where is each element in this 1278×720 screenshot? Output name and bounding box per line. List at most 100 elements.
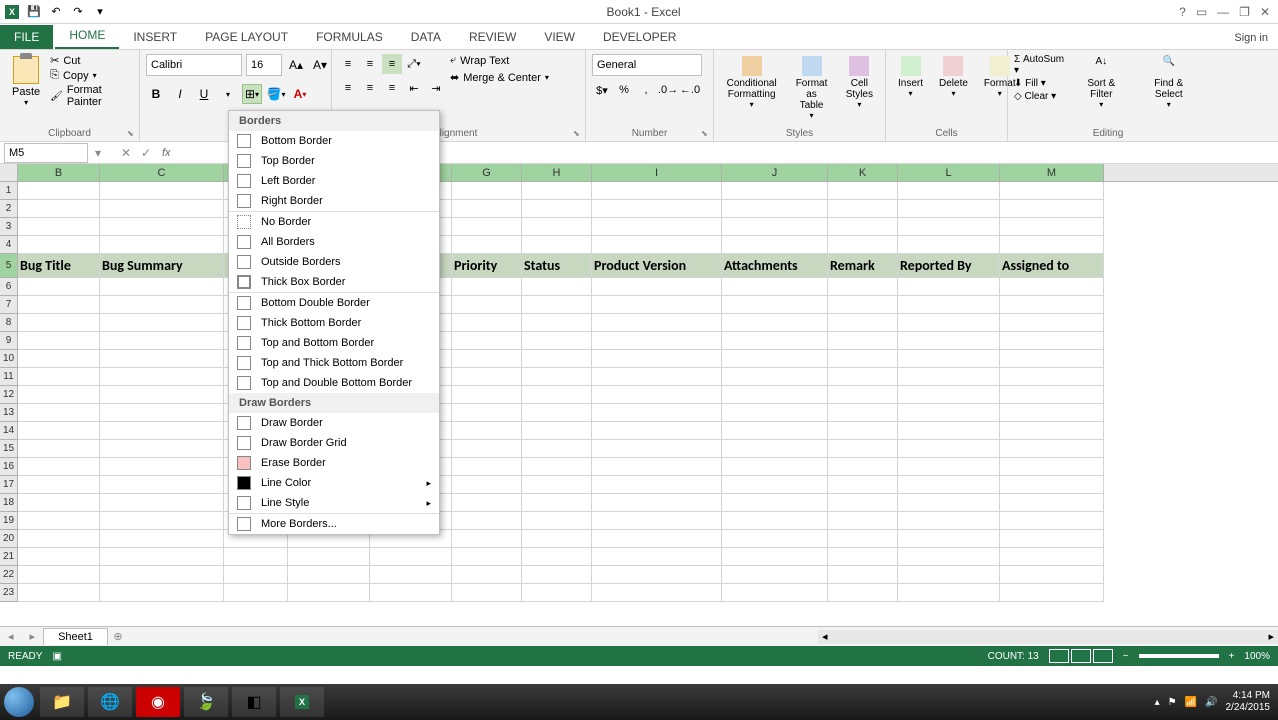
format-as-table-button[interactable]: Format as Table▾ bbox=[787, 54, 835, 122]
insert-cells-button[interactable]: Insert▾ bbox=[892, 54, 929, 100]
cell-C10[interactable] bbox=[100, 350, 224, 368]
cell-H9[interactable] bbox=[522, 332, 592, 350]
paste-button[interactable]: Paste ▾ bbox=[6, 54, 46, 109]
format-painter-button[interactable]: Format Painter bbox=[50, 84, 133, 108]
row-header-9[interactable]: 9 bbox=[0, 332, 18, 350]
cell-J10[interactable] bbox=[722, 350, 828, 368]
cell-K4[interactable] bbox=[828, 236, 898, 254]
cell-I6[interactable] bbox=[592, 278, 722, 296]
cell-F23[interactable] bbox=[370, 584, 452, 602]
cell-H17[interactable] bbox=[522, 476, 592, 494]
cell-H13[interactable] bbox=[522, 404, 592, 422]
cell-B8[interactable] bbox=[18, 314, 100, 332]
cell-K13[interactable] bbox=[828, 404, 898, 422]
cell-H23[interactable] bbox=[522, 584, 592, 602]
tab-developer[interactable]: DEVELOPER bbox=[589, 25, 690, 49]
cell-I7[interactable] bbox=[592, 296, 722, 314]
cell-M6[interactable] bbox=[1000, 278, 1104, 296]
tray-network-icon[interactable]: 📶 bbox=[1185, 697, 1197, 708]
row-header-18[interactable]: 18 bbox=[0, 494, 18, 512]
cell-B7[interactable] bbox=[18, 296, 100, 314]
row-header-16[interactable]: 16 bbox=[0, 458, 18, 476]
cell-M17[interactable] bbox=[1000, 476, 1104, 494]
cell-I16[interactable] bbox=[592, 458, 722, 476]
cell-J16[interactable] bbox=[722, 458, 828, 476]
menu-erase-border[interactable]: Erase Border bbox=[229, 453, 439, 473]
percent-button[interactable]: % bbox=[614, 80, 634, 100]
cell-I10[interactable] bbox=[592, 350, 722, 368]
undo-icon[interactable]: ↶ bbox=[48, 4, 64, 20]
cell-B12[interactable] bbox=[18, 386, 100, 404]
cell-C13[interactable] bbox=[100, 404, 224, 422]
row-header-13[interactable]: 13 bbox=[0, 404, 18, 422]
row-header-22[interactable]: 22 bbox=[0, 566, 18, 584]
help-icon[interactable]: ? bbox=[1179, 5, 1186, 19]
row-header-6[interactable]: 6 bbox=[0, 278, 18, 296]
tab-insert[interactable]: INSERT bbox=[119, 25, 191, 49]
start-button[interactable] bbox=[0, 684, 38, 720]
menu-all-borders[interactable]: All Borders bbox=[229, 232, 439, 252]
tab-formulas[interactable]: FORMULAS bbox=[302, 25, 397, 49]
zoom-slider[interactable] bbox=[1139, 654, 1219, 658]
enter-formula-button[interactable]: ✓ bbox=[136, 146, 156, 160]
tray-flag-icon[interactable]: ⚑ bbox=[1168, 697, 1177, 708]
cell-H21[interactable] bbox=[522, 548, 592, 566]
cell-C8[interactable] bbox=[100, 314, 224, 332]
cell-B1[interactable] bbox=[18, 182, 100, 200]
menu-right-border[interactable]: Right Border bbox=[229, 191, 439, 211]
menu-line-style[interactable]: Line Style bbox=[229, 493, 439, 513]
cell-K12[interactable] bbox=[828, 386, 898, 404]
cell-C20[interactable] bbox=[100, 530, 224, 548]
orientation-button[interactable]: ⤢▾ bbox=[404, 54, 424, 74]
save-icon[interactable]: 💾 bbox=[26, 4, 42, 20]
name-box[interactable] bbox=[4, 143, 88, 163]
cell-C14[interactable] bbox=[100, 422, 224, 440]
horizontal-scrollbar[interactable]: ◂▸ bbox=[818, 630, 1278, 644]
cell-G17[interactable] bbox=[452, 476, 522, 494]
fill-color-button[interactable]: 🪣▾ bbox=[266, 84, 286, 104]
tray-volume-icon[interactable]: 🔊 bbox=[1205, 697, 1217, 708]
cell-styles-button[interactable]: Cell Styles▾ bbox=[840, 54, 879, 111]
cell-G19[interactable] bbox=[452, 512, 522, 530]
cell-K19[interactable] bbox=[828, 512, 898, 530]
cell-C21[interactable] bbox=[100, 548, 224, 566]
cell-C5[interactable]: Bug Summary bbox=[100, 254, 224, 278]
cell-C22[interactable] bbox=[100, 566, 224, 584]
cell-H11[interactable] bbox=[522, 368, 592, 386]
cell-C12[interactable] bbox=[100, 386, 224, 404]
cell-M23[interactable] bbox=[1000, 584, 1104, 602]
menu-line-color[interactable]: Line Color bbox=[229, 473, 439, 493]
cell-B15[interactable] bbox=[18, 440, 100, 458]
cell-M22[interactable] bbox=[1000, 566, 1104, 584]
row-header-23[interactable]: 23 bbox=[0, 584, 18, 602]
menu-top-double-bottom-border[interactable]: Top and Double Bottom Border bbox=[229, 373, 439, 393]
cell-C19[interactable] bbox=[100, 512, 224, 530]
cell-J6[interactable] bbox=[722, 278, 828, 296]
cell-J19[interactable] bbox=[722, 512, 828, 530]
cell-C23[interactable] bbox=[100, 584, 224, 602]
cell-M1[interactable] bbox=[1000, 182, 1104, 200]
align-center-button[interactable]: ≡ bbox=[360, 78, 380, 98]
cell-G21[interactable] bbox=[452, 548, 522, 566]
row-header-15[interactable]: 15 bbox=[0, 440, 18, 458]
cell-M2[interactable] bbox=[1000, 200, 1104, 218]
underline-dropdown[interactable]: ▾ bbox=[218, 84, 238, 104]
tab-review[interactable]: REVIEW bbox=[455, 25, 530, 49]
cell-C11[interactable] bbox=[100, 368, 224, 386]
sort-filter-button[interactable]: A↓Sort & Filter▾ bbox=[1071, 54, 1131, 111]
cell-H7[interactable] bbox=[522, 296, 592, 314]
autosum-button[interactable]: Σ AutoSum ▾ bbox=[1014, 54, 1067, 76]
cell-M12[interactable] bbox=[1000, 386, 1104, 404]
cell-I22[interactable] bbox=[592, 566, 722, 584]
zoom-in-button[interactable]: + bbox=[1229, 651, 1235, 662]
cell-K18[interactable] bbox=[828, 494, 898, 512]
delete-cells-button[interactable]: Delete▾ bbox=[933, 54, 974, 100]
cell-J20[interactable] bbox=[722, 530, 828, 548]
cell-M14[interactable] bbox=[1000, 422, 1104, 440]
cell-L7[interactable] bbox=[898, 296, 1000, 314]
cell-H3[interactable] bbox=[522, 218, 592, 236]
menu-no-border[interactable]: No Border bbox=[229, 212, 439, 232]
cell-B20[interactable] bbox=[18, 530, 100, 548]
cell-M18[interactable] bbox=[1000, 494, 1104, 512]
clear-button[interactable]: ◇ Clear ▾ bbox=[1014, 91, 1067, 102]
